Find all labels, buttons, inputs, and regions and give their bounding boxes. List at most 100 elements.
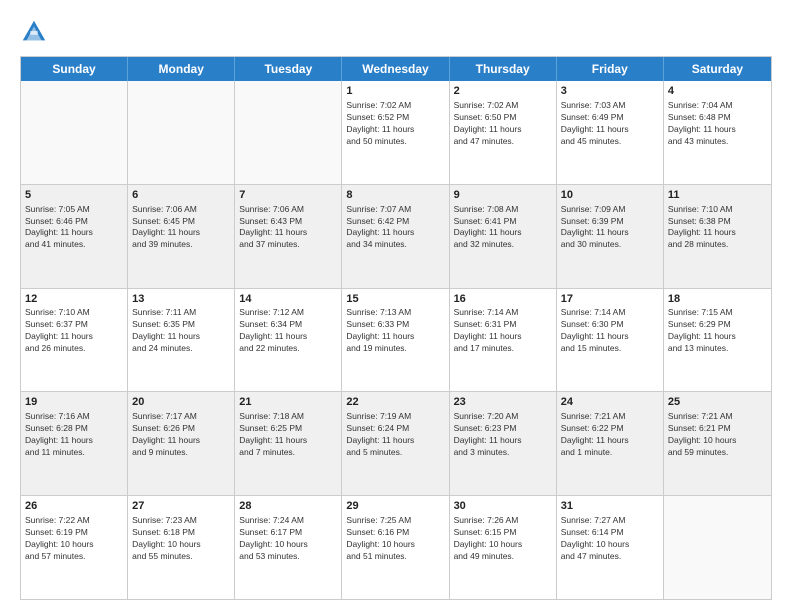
day-number: 14	[239, 292, 337, 307]
weekday-header: Saturday	[664, 57, 771, 81]
cell-info: Sunrise: 7:13 AM Sunset: 6:33 PM Dayligh…	[346, 307, 444, 355]
cell-info: Sunrise: 7:21 AM Sunset: 6:22 PM Dayligh…	[561, 411, 659, 459]
calendar-cell: 8Sunrise: 7:07 AM Sunset: 6:42 PM Daylig…	[342, 185, 449, 288]
calendar-cell	[21, 81, 128, 184]
day-number: 9	[454, 188, 552, 203]
cell-info: Sunrise: 7:12 AM Sunset: 6:34 PM Dayligh…	[239, 307, 337, 355]
cell-info: Sunrise: 7:14 AM Sunset: 6:30 PM Dayligh…	[561, 307, 659, 355]
cell-info: Sunrise: 7:15 AM Sunset: 6:29 PM Dayligh…	[668, 307, 767, 355]
weekday-header: Wednesday	[342, 57, 449, 81]
logo-icon	[20, 18, 48, 46]
day-number: 26	[25, 499, 123, 514]
calendar-cell: 31Sunrise: 7:27 AM Sunset: 6:14 PM Dayli…	[557, 496, 664, 599]
day-number: 2	[454, 84, 552, 99]
cell-info: Sunrise: 7:10 AM Sunset: 6:38 PM Dayligh…	[668, 204, 767, 252]
cell-info: Sunrise: 7:02 AM Sunset: 6:52 PM Dayligh…	[346, 100, 444, 148]
cell-info: Sunrise: 7:08 AM Sunset: 6:41 PM Dayligh…	[454, 204, 552, 252]
weekday-header: Thursday	[450, 57, 557, 81]
day-number: 4	[668, 84, 767, 99]
cell-info: Sunrise: 7:04 AM Sunset: 6:48 PM Dayligh…	[668, 100, 767, 148]
calendar-cell: 21Sunrise: 7:18 AM Sunset: 6:25 PM Dayli…	[235, 392, 342, 495]
calendar-cell: 24Sunrise: 7:21 AM Sunset: 6:22 PM Dayli…	[557, 392, 664, 495]
calendar-cell	[235, 81, 342, 184]
cell-info: Sunrise: 7:06 AM Sunset: 6:45 PM Dayligh…	[132, 204, 230, 252]
calendar-row: 12Sunrise: 7:10 AM Sunset: 6:37 PM Dayli…	[21, 289, 771, 393]
calendar-cell: 11Sunrise: 7:10 AM Sunset: 6:38 PM Dayli…	[664, 185, 771, 288]
calendar-row: 19Sunrise: 7:16 AM Sunset: 6:28 PM Dayli…	[21, 392, 771, 496]
day-number: 30	[454, 499, 552, 514]
day-number: 8	[346, 188, 444, 203]
calendar-cell: 12Sunrise: 7:10 AM Sunset: 6:37 PM Dayli…	[21, 289, 128, 392]
day-number: 27	[132, 499, 230, 514]
calendar-cell: 3Sunrise: 7:03 AM Sunset: 6:49 PM Daylig…	[557, 81, 664, 184]
cell-info: Sunrise: 7:06 AM Sunset: 6:43 PM Dayligh…	[239, 204, 337, 252]
calendar-cell: 26Sunrise: 7:22 AM Sunset: 6:19 PM Dayli…	[21, 496, 128, 599]
cell-info: Sunrise: 7:03 AM Sunset: 6:49 PM Dayligh…	[561, 100, 659, 148]
calendar: SundayMondayTuesdayWednesdayThursdayFrid…	[20, 56, 772, 600]
calendar-cell: 17Sunrise: 7:14 AM Sunset: 6:30 PM Dayli…	[557, 289, 664, 392]
day-number: 28	[239, 499, 337, 514]
cell-info: Sunrise: 7:22 AM Sunset: 6:19 PM Dayligh…	[25, 515, 123, 563]
day-number: 10	[561, 188, 659, 203]
calendar-cell: 18Sunrise: 7:15 AM Sunset: 6:29 PM Dayli…	[664, 289, 771, 392]
day-number: 6	[132, 188, 230, 203]
calendar-row: 1Sunrise: 7:02 AM Sunset: 6:52 PM Daylig…	[21, 81, 771, 185]
calendar-body: 1Sunrise: 7:02 AM Sunset: 6:52 PM Daylig…	[21, 81, 771, 599]
cell-info: Sunrise: 7:19 AM Sunset: 6:24 PM Dayligh…	[346, 411, 444, 459]
calendar-row: 5Sunrise: 7:05 AM Sunset: 6:46 PM Daylig…	[21, 185, 771, 289]
cell-info: Sunrise: 7:18 AM Sunset: 6:25 PM Dayligh…	[239, 411, 337, 459]
calendar-row: 26Sunrise: 7:22 AM Sunset: 6:19 PM Dayli…	[21, 496, 771, 599]
day-number: 5	[25, 188, 123, 203]
weekday-header: Sunday	[21, 57, 128, 81]
calendar-header-row: SundayMondayTuesdayWednesdayThursdayFrid…	[21, 57, 771, 81]
day-number: 15	[346, 292, 444, 307]
calendar-cell	[128, 81, 235, 184]
calendar-cell: 14Sunrise: 7:12 AM Sunset: 6:34 PM Dayli…	[235, 289, 342, 392]
cell-info: Sunrise: 7:20 AM Sunset: 6:23 PM Dayligh…	[454, 411, 552, 459]
weekday-header: Monday	[128, 57, 235, 81]
calendar-cell: 1Sunrise: 7:02 AM Sunset: 6:52 PM Daylig…	[342, 81, 449, 184]
day-number: 23	[454, 395, 552, 410]
cell-info: Sunrise: 7:02 AM Sunset: 6:50 PM Dayligh…	[454, 100, 552, 148]
day-number: 31	[561, 499, 659, 514]
cell-info: Sunrise: 7:16 AM Sunset: 6:28 PM Dayligh…	[25, 411, 123, 459]
day-number: 12	[25, 292, 123, 307]
day-number: 20	[132, 395, 230, 410]
cell-info: Sunrise: 7:27 AM Sunset: 6:14 PM Dayligh…	[561, 515, 659, 563]
weekday-header: Tuesday	[235, 57, 342, 81]
calendar-cell: 30Sunrise: 7:26 AM Sunset: 6:15 PM Dayli…	[450, 496, 557, 599]
calendar-cell: 25Sunrise: 7:21 AM Sunset: 6:21 PM Dayli…	[664, 392, 771, 495]
calendar-cell	[664, 496, 771, 599]
calendar-cell: 28Sunrise: 7:24 AM Sunset: 6:17 PM Dayli…	[235, 496, 342, 599]
cell-info: Sunrise: 7:23 AM Sunset: 6:18 PM Dayligh…	[132, 515, 230, 563]
cell-info: Sunrise: 7:26 AM Sunset: 6:15 PM Dayligh…	[454, 515, 552, 563]
day-number: 16	[454, 292, 552, 307]
day-number: 21	[239, 395, 337, 410]
cell-info: Sunrise: 7:21 AM Sunset: 6:21 PM Dayligh…	[668, 411, 767, 459]
day-number: 3	[561, 84, 659, 99]
cell-info: Sunrise: 7:25 AM Sunset: 6:16 PM Dayligh…	[346, 515, 444, 563]
logo	[20, 18, 52, 46]
calendar-cell: 13Sunrise: 7:11 AM Sunset: 6:35 PM Dayli…	[128, 289, 235, 392]
calendar-cell: 10Sunrise: 7:09 AM Sunset: 6:39 PM Dayli…	[557, 185, 664, 288]
calendar-cell: 16Sunrise: 7:14 AM Sunset: 6:31 PM Dayli…	[450, 289, 557, 392]
day-number: 18	[668, 292, 767, 307]
day-number: 1	[346, 84, 444, 99]
calendar-cell: 5Sunrise: 7:05 AM Sunset: 6:46 PM Daylig…	[21, 185, 128, 288]
weekday-header: Friday	[557, 57, 664, 81]
day-number: 22	[346, 395, 444, 410]
day-number: 11	[668, 188, 767, 203]
day-number: 13	[132, 292, 230, 307]
cell-info: Sunrise: 7:17 AM Sunset: 6:26 PM Dayligh…	[132, 411, 230, 459]
day-number: 17	[561, 292, 659, 307]
day-number: 19	[25, 395, 123, 410]
calendar-cell: 29Sunrise: 7:25 AM Sunset: 6:16 PM Dayli…	[342, 496, 449, 599]
day-number: 24	[561, 395, 659, 410]
cell-info: Sunrise: 7:14 AM Sunset: 6:31 PM Dayligh…	[454, 307, 552, 355]
day-number: 7	[239, 188, 337, 203]
calendar-cell: 20Sunrise: 7:17 AM Sunset: 6:26 PM Dayli…	[128, 392, 235, 495]
day-number: 25	[668, 395, 767, 410]
calendar-cell: 2Sunrise: 7:02 AM Sunset: 6:50 PM Daylig…	[450, 81, 557, 184]
cell-info: Sunrise: 7:07 AM Sunset: 6:42 PM Dayligh…	[346, 204, 444, 252]
calendar-cell: 23Sunrise: 7:20 AM Sunset: 6:23 PM Dayli…	[450, 392, 557, 495]
